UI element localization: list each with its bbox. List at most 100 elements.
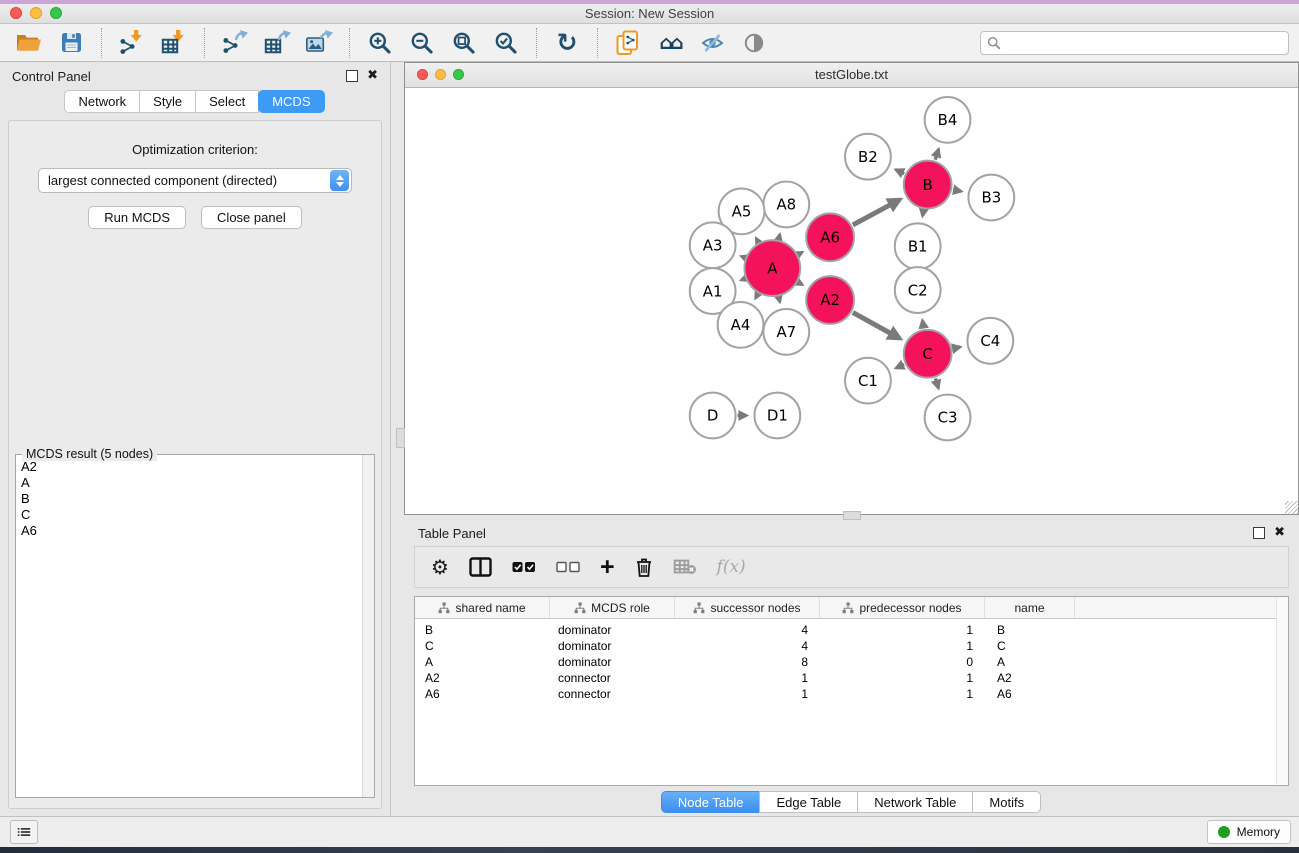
node-B4[interactable]: B4 (925, 97, 971, 143)
table-cell[interactable]: 1 (675, 670, 820, 686)
table-settings-icon[interactable]: ⚙ (431, 552, 449, 582)
show-graphics-details-icon[interactable] (735, 27, 773, 59)
tab-mcds[interactable]: MCDS (258, 90, 324, 113)
export-image-icon[interactable] (300, 27, 338, 59)
zoom-in-icon[interactable] (361, 27, 399, 59)
table-cell[interactable]: A6 (985, 686, 1075, 702)
table-cell[interactable]: 4 (675, 638, 820, 654)
edge-B-B1[interactable] (923, 210, 924, 216)
export-table-icon[interactable] (258, 27, 296, 59)
node-C3[interactable]: C3 (925, 395, 971, 441)
table-cell[interactable]: 8 (675, 654, 820, 670)
edge-A-A2[interactable] (799, 283, 803, 285)
run-mcds-button[interactable]: Run MCDS (88, 206, 186, 229)
edge-B-B2[interactable] (896, 170, 904, 174)
edge-B-B4[interactable] (935, 149, 938, 159)
table-cell[interactable]: A2 (985, 670, 1075, 686)
table-cell[interactable]: 4 (675, 622, 820, 638)
node-C4[interactable]: C4 (967, 318, 1013, 364)
float-table-panel-icon[interactable] (1253, 527, 1265, 539)
table-cell[interactable]: A (415, 654, 550, 670)
network-minimize-button[interactable] (435, 69, 446, 80)
node-B2[interactable]: B2 (845, 134, 891, 180)
edge-A-A8[interactable] (779, 235, 780, 239)
table-cell[interactable]: 1 (675, 686, 820, 702)
table-cell[interactable]: A6 (415, 686, 550, 702)
node-C1[interactable]: C1 (845, 358, 891, 404)
node-A6[interactable]: A6 (806, 213, 854, 261)
table-cell[interactable]: dominator (550, 638, 675, 654)
tab-network[interactable]: Network (64, 90, 140, 113)
table-cell[interactable]: connector (550, 670, 675, 686)
table-cell[interactable]: 1 (820, 622, 985, 638)
clone-network-icon[interactable] (609, 27, 647, 59)
node-A[interactable]: A (745, 240, 801, 296)
node-C[interactable]: C (904, 330, 952, 378)
network-close-button[interactable] (417, 69, 428, 80)
memory-button[interactable]: Memory (1207, 820, 1291, 844)
result-item[interactable]: B (21, 491, 359, 507)
edge-A-A1[interactable] (741, 279, 744, 280)
result-item[interactable]: A (21, 475, 359, 491)
show-columns-icon[interactable] (469, 552, 492, 582)
close-window-button[interactable] (10, 7, 22, 19)
table-cell[interactable]: 1 (820, 686, 985, 702)
table-cell[interactable]: 1 (820, 638, 985, 654)
network-zoom-button[interactable] (453, 69, 464, 80)
node-A2[interactable]: A2 (806, 276, 854, 324)
node-A3[interactable]: A3 (690, 222, 736, 268)
edge-C-C4[interactable] (953, 347, 960, 348)
zoom-out-icon[interactable] (403, 27, 441, 59)
result-item[interactable]: A2 (21, 459, 359, 475)
edge-B-B3[interactable] (953, 190, 961, 192)
zoom-selected-icon[interactable] (487, 27, 525, 59)
edge-A-A7[interactable] (779, 297, 780, 301)
table-cell[interactable]: dominator (550, 622, 675, 638)
network-canvas[interactable]: B4B2BB3A8A5A6A3B1AC2A1A2A4A7C4CC1C3DD1 (405, 88, 1298, 514)
close-panel-button[interactable]: Close panel (201, 206, 302, 229)
criterion-dropdown[interactable]: largest connected component (directed) (38, 168, 352, 193)
table-cell[interactable]: 1 (820, 670, 985, 686)
edge-A6-B[interactable] (853, 200, 900, 225)
table-cell[interactable]: B (415, 622, 550, 638)
table-cell[interactable]: connector (550, 686, 675, 702)
edge-A2-C[interactable] (853, 312, 900, 338)
result-item[interactable]: A6 (21, 523, 359, 539)
tab-node-table[interactable]: Node Table (661, 791, 761, 813)
edge-A-A3[interactable] (741, 256, 744, 257)
search-box[interactable] (980, 31, 1289, 55)
node-A7[interactable]: A7 (763, 309, 809, 355)
edge-C-C1[interactable] (896, 364, 904, 368)
edge-A-A5[interactable] (756, 238, 758, 241)
zoom-fit-icon[interactable] (445, 27, 483, 59)
tab-select[interactable]: Select (195, 90, 259, 113)
column-header-successor-nodes[interactable]: successor nodes (675, 597, 820, 619)
close-panel-icon[interactable]: ✖ (367, 71, 378, 81)
table-cell[interactable]: B (985, 622, 1075, 638)
column-header-name[interactable]: name (985, 597, 1075, 619)
table-cell[interactable]: A (985, 654, 1075, 670)
task-history-button[interactable] (10, 820, 38, 844)
network-view-titlebar[interactable]: testGlobe.txt (405, 63, 1298, 88)
node-C2[interactable]: C2 (895, 267, 941, 313)
network-graph[interactable]: B4B2BB3A8A5A6A3B1AC2A1A2A4A7C4CC1C3DD1 (405, 88, 1298, 514)
select-all-icon[interactable] (512, 552, 536, 582)
tab-edge-table[interactable]: Edge Table (759, 791, 858, 813)
edge-A-A4[interactable] (756, 294, 758, 298)
tab-style[interactable]: Style (139, 90, 196, 113)
refresh-icon[interactable]: ↻ (548, 27, 586, 59)
node-D[interactable]: D (690, 393, 736, 439)
save-session-icon[interactable] (52, 27, 90, 59)
node-A4[interactable]: A4 (718, 302, 764, 348)
float-panel-icon[interactable] (346, 70, 358, 82)
column-header-shared-name[interactable]: shared name (415, 597, 550, 619)
split-divider-handle-horizontal[interactable] (843, 511, 861, 520)
table-cell[interactable]: 0 (820, 654, 985, 670)
result-item[interactable]: C (21, 507, 359, 523)
search-input[interactable] (1006, 35, 1282, 51)
node-A8[interactable]: A8 (763, 182, 809, 228)
tab-motifs[interactable]: Motifs (972, 791, 1041, 813)
edge-A-A6[interactable] (799, 252, 802, 254)
result-scrollbar[interactable] (362, 455, 374, 797)
split-divider-handle-vertical[interactable] (396, 428, 405, 448)
